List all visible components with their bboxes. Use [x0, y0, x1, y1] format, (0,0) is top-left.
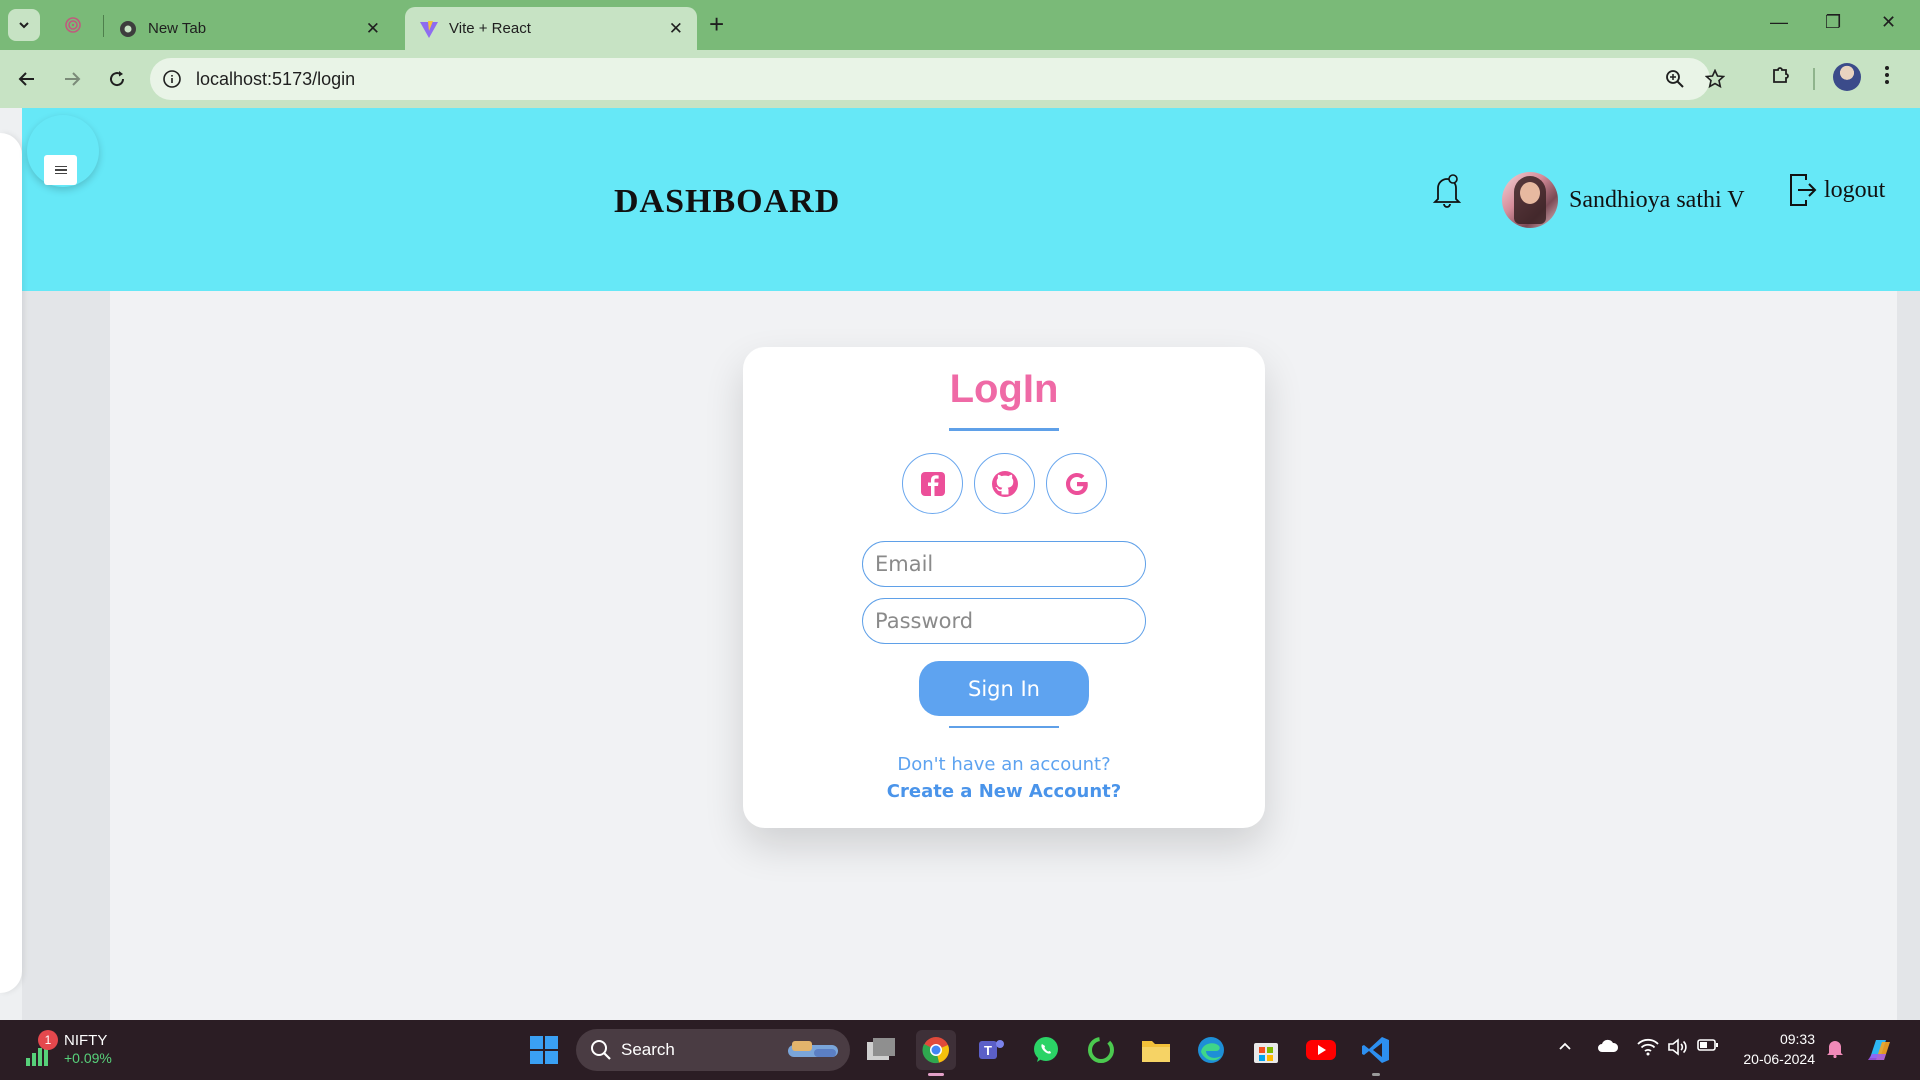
search-highlight-icon [788, 1041, 838, 1057]
back-arrow-icon[interactable] [12, 64, 42, 94]
file-explorer-icon[interactable] [1136, 1030, 1176, 1070]
sign-in-button[interactable]: Sign In [919, 661, 1089, 716]
teams-icon[interactable]: T [971, 1030, 1011, 1070]
notification-badge: 1 [38, 1030, 58, 1050]
user-avatar[interactable] [1502, 172, 1558, 228]
tab-search-button[interactable] [8, 9, 40, 41]
title-underline [949, 428, 1059, 431]
bookmark-star-icon[interactable] [1704, 68, 1726, 94]
collapsed-sidebar [0, 133, 22, 993]
notification-bell-tray-icon[interactable] [1826, 1038, 1844, 1063]
battery-icon[interactable] [1697, 1038, 1719, 1057]
wifi-icon[interactable] [1637, 1038, 1659, 1061]
ticker-change: +0.09% [64, 1050, 112, 1066]
page-title: DASHBOARD [614, 183, 841, 220]
chevron-down-icon [19, 22, 29, 29]
profile-avatar[interactable] [1833, 63, 1861, 91]
url-text: localhost:5173/login [196, 69, 356, 89]
toolbar-separator [1813, 68, 1815, 90]
new-tab-plus-icon[interactable]: + [709, 11, 724, 37]
onedrive-cloud-icon[interactable] [1597, 1038, 1619, 1059]
github-icon [991, 470, 1018, 497]
vscode-icon[interactable] [1356, 1030, 1396, 1076]
user-name: Sandhioya sathi V [1569, 187, 1745, 213]
sync-app-icon[interactable] [1081, 1030, 1121, 1070]
store-icon[interactable] [1246, 1030, 1286, 1070]
no-account-text: Don't have an account? [897, 754, 1111, 775]
window-close-icon[interactable]: ✕ [1881, 12, 1896, 33]
extensions-puzzle-icon[interactable] [1770, 64, 1792, 91]
windows-taskbar: 1 NIFTY +0.09% Search T 09:33 20-06-2024 [0, 1020, 1920, 1080]
content-left-gutter [22, 291, 110, 1020]
hamburger-menu-icon[interactable] [44, 155, 77, 185]
clock-date: 20-06-2024 [1743, 1051, 1815, 1067]
content-right-gutter [1897, 291, 1920, 1020]
close-icon[interactable]: ✕ [669, 19, 683, 39]
site-info-icon[interactable] [162, 69, 182, 94]
svg-text:T: T [984, 1043, 992, 1058]
tab-label: Vite + React [449, 20, 531, 37]
login-card: LogIn Sign In Don't have an account? Cre… [743, 347, 1265, 828]
ticker-name: NIFTY [64, 1032, 108, 1049]
button-underline [949, 726, 1059, 728]
restore-icon[interactable]: ❐ [1825, 12, 1841, 33]
whatsapp-icon[interactable] [1026, 1030, 1066, 1070]
tab-new-tab[interactable]: New Tab ✕ [104, 7, 394, 50]
tab-label: New Tab [148, 20, 207, 37]
chrome-taskbar-icon[interactable] [916, 1030, 956, 1076]
vite-icon [419, 19, 439, 39]
google-login-button[interactable] [1046, 453, 1107, 514]
search-icon [591, 1040, 611, 1060]
address-bar[interactable]: localhost:5173/login [150, 58, 1726, 100]
task-view-icon[interactable] [861, 1030, 901, 1070]
windows-start-icon[interactable] [524, 1030, 564, 1070]
google-icon [1065, 472, 1088, 495]
logout-icon [1790, 174, 1817, 206]
logout-button[interactable]: logout [1788, 172, 1885, 208]
minimize-icon[interactable]: — [1770, 12, 1788, 33]
tab-vite-react[interactable]: Vite + React ✕ [405, 7, 697, 50]
browser-tab-strip: New Tab ✕ Vite + React ✕ + — ❐ ✕ [0, 0, 1920, 50]
copilot-icon[interactable] [1860, 1030, 1900, 1070]
login-title: LogIn [949, 367, 1059, 411]
more-menu-icon[interactable] [1883, 64, 1891, 91]
facebook-login-button[interactable] [902, 453, 963, 514]
pinned-tab[interactable] [60, 12, 86, 38]
clock-time: 09:33 [1779, 1031, 1815, 1047]
create-account-link[interactable]: Create a New Account? [743, 781, 1265, 802]
zoom-icon[interactable] [1665, 69, 1685, 94]
show-hidden-icons-chevron-icon[interactable] [1557, 1038, 1573, 1059]
edge-icon[interactable] [1191, 1030, 1231, 1070]
email-field[interactable] [862, 541, 1146, 587]
forward-arrow-icon[interactable] [57, 64, 87, 94]
chrome-icon [118, 19, 138, 39]
fingerprint-icon [65, 17, 81, 33]
reload-icon[interactable] [102, 64, 132, 94]
taskbar-search[interactable]: Search [576, 1029, 850, 1071]
close-icon[interactable]: ✕ [366, 19, 380, 39]
volume-icon[interactable] [1667, 1038, 1689, 1061]
youtube-icon[interactable] [1301, 1030, 1341, 1070]
password-field[interactable] [862, 598, 1146, 644]
search-label: Search [621, 1040, 675, 1059]
github-login-button[interactable] [974, 453, 1035, 514]
browser-toolbar: localhost:5173/login [0, 50, 1920, 108]
system-clock[interactable]: 09:33 20-06-2024 [1733, 1029, 1815, 1069]
facebook-icon [920, 471, 945, 496]
logout-label: logout [1824, 176, 1886, 203]
notification-bell-icon[interactable] [1432, 173, 1462, 214]
